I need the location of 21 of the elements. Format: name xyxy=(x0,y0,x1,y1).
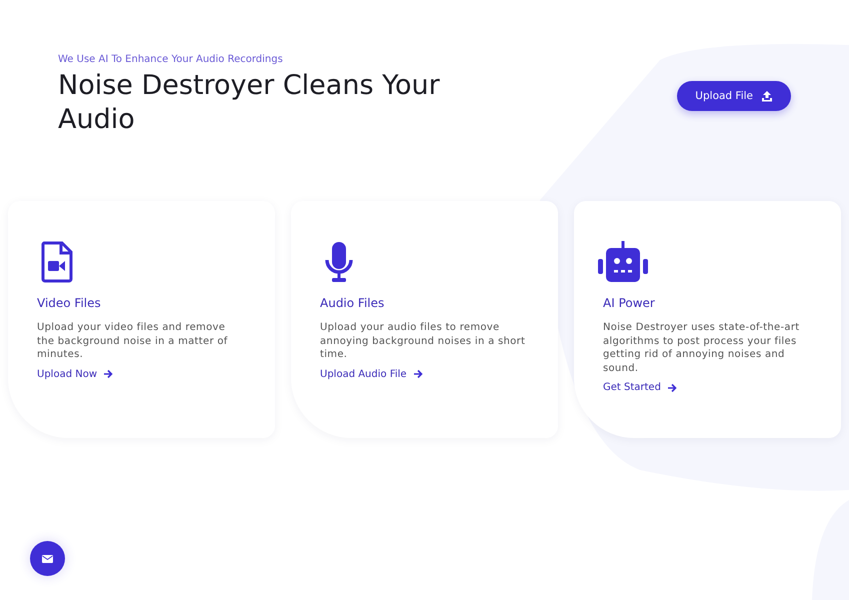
arrow-right-icon xyxy=(412,369,423,379)
card-description: Upload your audio files to remove annoying background noises in a short time. xyxy=(320,321,526,362)
card-title: Audio Files xyxy=(320,296,386,310)
upload-file-button[interactable]: Upload File xyxy=(677,81,791,111)
hero-eyebrow: We Use AI To Enhance Your Audio Recordings xyxy=(58,54,284,65)
microphone-icon xyxy=(324,241,354,283)
arrow-right-icon xyxy=(103,369,113,379)
card-title: Video Files xyxy=(37,296,102,310)
video-file-icon xyxy=(41,241,73,283)
mail-button[interactable] xyxy=(30,541,65,576)
hero-title: Noise Destroyer Cleans Your Audio xyxy=(58,69,441,137)
card-link[interactable]: Upload Audio File xyxy=(320,368,423,380)
upload-icon xyxy=(761,90,773,102)
robot-icon xyxy=(597,241,649,283)
card-title: AI Power xyxy=(603,296,656,310)
card-description: Upload your video files and remove the background noise in a matter of minutes. xyxy=(37,321,229,362)
envelope-icon xyxy=(42,554,53,562)
arrow-right-icon xyxy=(666,382,677,392)
card-link[interactable]: Get Started xyxy=(603,382,677,393)
card-description: Noise Destroyer uses state-of-the-art algorithms to post process your files getting rid of annoying noises and sound. xyxy=(603,321,800,375)
card-link[interactable]: Upload Now xyxy=(37,368,113,380)
